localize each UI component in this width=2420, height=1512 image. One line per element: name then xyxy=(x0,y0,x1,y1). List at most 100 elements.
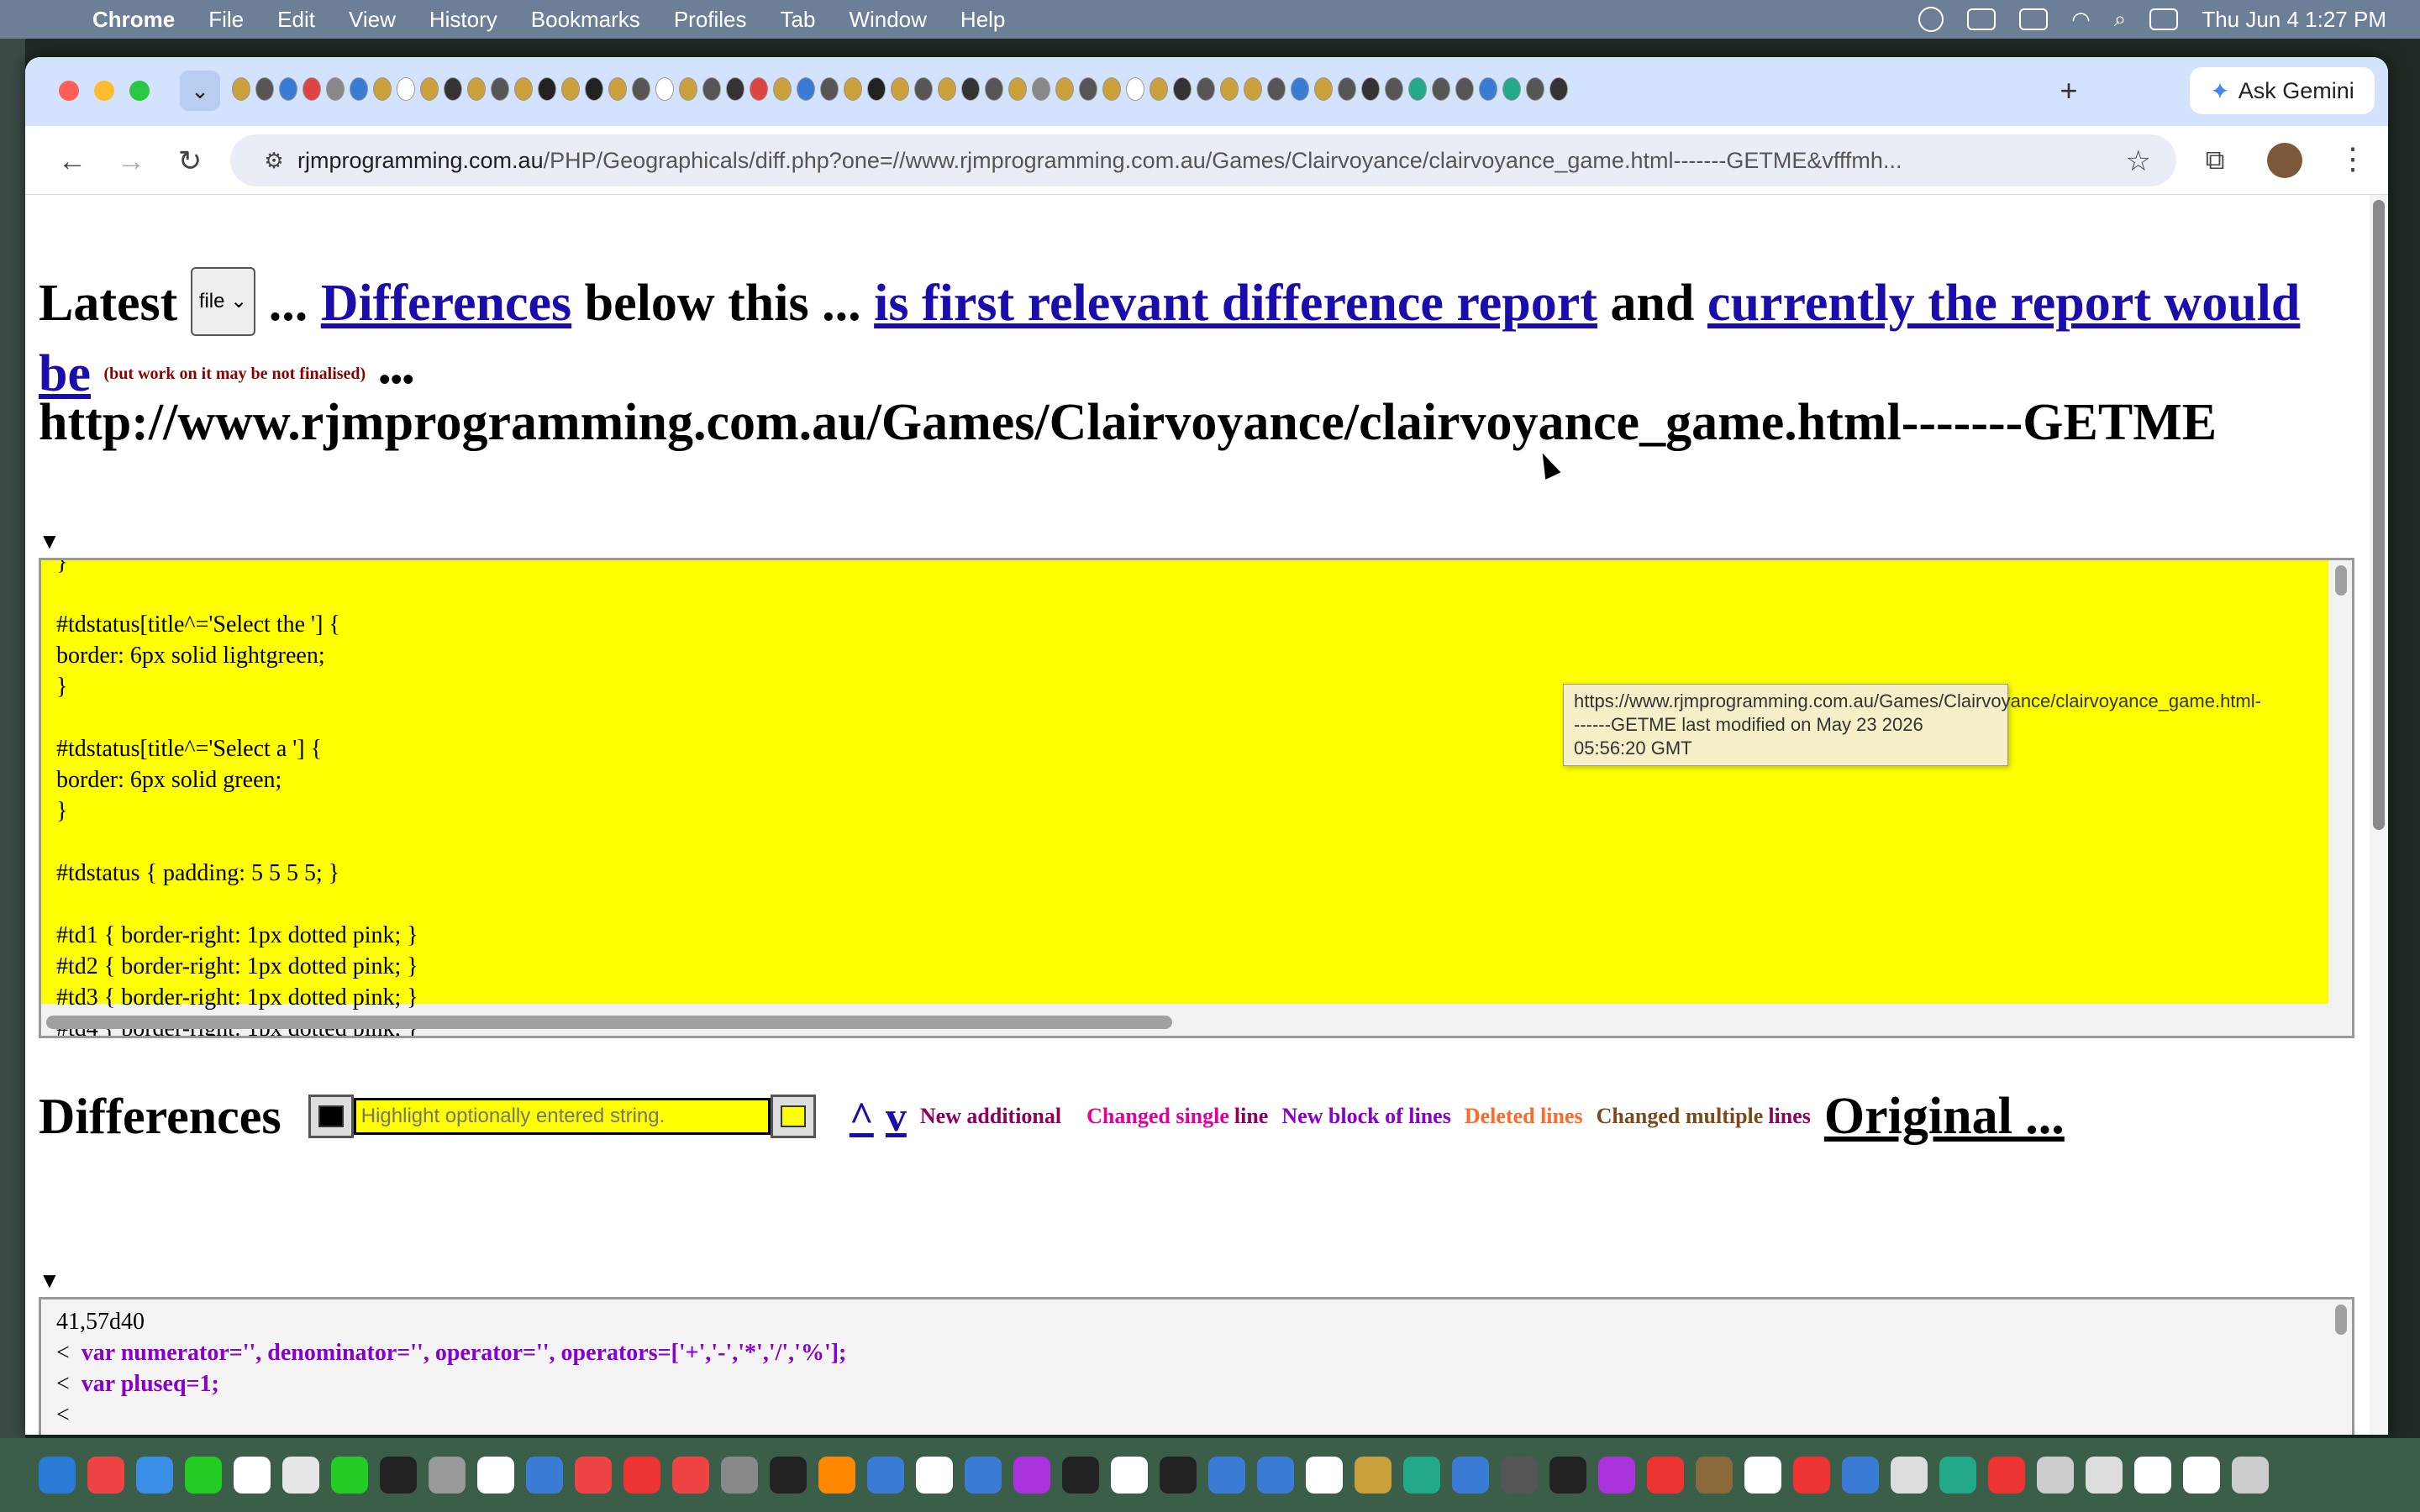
pinned-tab-favicon-icon[interactable] xyxy=(350,77,368,101)
new-tab-button[interactable]: + xyxy=(2050,72,2087,109)
dock-app-icon[interactable] xyxy=(575,1457,612,1494)
dock-app-icon[interactable] xyxy=(721,1457,758,1494)
pinned-tab-favicon-icon[interactable] xyxy=(232,77,250,101)
pinned-tab-favicon-icon[interactable] xyxy=(444,77,462,101)
menu-help[interactable]: Help xyxy=(960,7,1005,33)
pinned-tab-favicon-icon[interactable] xyxy=(279,77,297,101)
pinned-tab-favicon-icon[interactable] xyxy=(302,77,321,101)
pinned-tab-favicon-icon[interactable] xyxy=(1126,77,1144,101)
pinned-tab-favicon-icon[interactable] xyxy=(1361,77,1380,101)
menu-history[interactable]: History xyxy=(429,7,497,33)
dock-app-icon[interactable] xyxy=(185,1457,222,1494)
pinned-tab-favicon-icon[interactable] xyxy=(561,77,580,101)
dock-app-icon[interactable] xyxy=(2232,1457,2269,1494)
pinned-tab-favicon-icon[interactable] xyxy=(1244,77,1262,101)
tab-search-chevron-icon[interactable]: ⌄ xyxy=(180,71,220,111)
dock-app-icon[interactable] xyxy=(1891,1457,1928,1494)
reload-icon[interactable]: ↻ xyxy=(171,143,208,180)
pinned-tab-favicon-icon[interactable] xyxy=(891,77,909,101)
dock-app-icon[interactable] xyxy=(1939,1457,1976,1494)
minimize-window-button[interactable] xyxy=(94,81,114,101)
spotlight-search-icon[interactable]: ⌕ xyxy=(2114,6,2127,33)
pinned-tab-favicon-icon[interactable] xyxy=(1291,77,1309,101)
dock-app-icon[interactable] xyxy=(1501,1457,1538,1494)
pinned-tab-favicon-icon[interactable] xyxy=(1102,77,1121,101)
pinned-tab-favicon-icon[interactable] xyxy=(679,77,697,101)
profile-status-icon[interactable] xyxy=(1918,7,1944,32)
page-vertical-scrollbar[interactable] xyxy=(2370,195,2388,1435)
dock-app-icon[interactable] xyxy=(1257,1457,1294,1494)
pinned-tab-favicon-icon[interactable] xyxy=(373,77,392,101)
dock-app-icon[interactable] xyxy=(1013,1457,1050,1494)
control-center-icon[interactable] xyxy=(2149,8,2179,30)
diff-toggle-triangle-icon[interactable]: ▼ xyxy=(39,1268,60,1294)
dock-app-icon[interactable] xyxy=(965,1457,1002,1494)
pinned-tab-favicon-icon[interactable] xyxy=(985,77,1003,101)
highlight-color-picker[interactable] xyxy=(770,1095,816,1138)
pinned-tab-favicon-icon[interactable] xyxy=(867,77,886,101)
pinned-tab-favicon-icon[interactable] xyxy=(1432,77,1450,101)
battery-icon[interactable] xyxy=(2019,8,2049,30)
pinned-tab-favicon-icon[interactable] xyxy=(797,77,815,101)
pinned-tab-favicon-icon[interactable] xyxy=(726,77,744,101)
clock[interactable]: Thu Jun 4 1:27 PM xyxy=(2202,7,2386,33)
menu-profiles[interactable]: Profiles xyxy=(674,7,747,33)
diff-vertical-scrollbar[interactable] xyxy=(2335,1305,2347,1335)
dock-app-icon[interactable] xyxy=(477,1457,514,1494)
pinned-tab-favicon-icon[interactable] xyxy=(1479,77,1497,101)
mode-select[interactable]: file ⌄ xyxy=(190,266,256,336)
pinned-tab-favicon-icon[interactable] xyxy=(1338,77,1356,101)
dock-app-icon[interactable] xyxy=(136,1457,173,1494)
dock-app-icon[interactable] xyxy=(39,1457,76,1494)
menu-edit[interactable]: Edit xyxy=(277,7,315,33)
pinned-tab-favicon-icon[interactable] xyxy=(1173,77,1192,101)
menu-bookmarks[interactable]: Bookmarks xyxy=(531,7,640,33)
source-code-panel[interactable]: } #tdstatus[title^='Select the '] { bord… xyxy=(39,558,2354,1038)
pinned-tab-favicon-icon[interactable] xyxy=(750,77,768,101)
menu-tab[interactable]: Tab xyxy=(781,7,816,33)
pinned-tab-favicon-icon[interactable] xyxy=(397,77,415,101)
dock-app-icon[interactable] xyxy=(526,1457,563,1494)
horizontal-scrollbar[interactable] xyxy=(46,1016,1172,1029)
pinned-tab-favicon-icon[interactable] xyxy=(608,77,627,101)
pinned-tab-favicon-icon[interactable] xyxy=(1526,77,1544,101)
dock-app-icon[interactable] xyxy=(623,1457,660,1494)
menu-view[interactable]: View xyxy=(349,7,396,33)
dock-app-icon[interactable] xyxy=(234,1457,271,1494)
dock-app-icon[interactable] xyxy=(770,1457,807,1494)
pinned-tab-favicon-icon[interactable] xyxy=(1008,77,1027,101)
dock-app-icon[interactable] xyxy=(1160,1457,1197,1494)
original-link[interactable]: Original ... xyxy=(1824,1087,2065,1147)
dock-app-icon[interactable] xyxy=(1062,1457,1099,1494)
pinned-tab-favicon-icon[interactable] xyxy=(1314,77,1333,101)
pinned-tab-favicon-icon[interactable] xyxy=(655,77,674,101)
back-arrow-icon[interactable]: ← xyxy=(54,143,91,180)
pinned-tab-favicon-icon[interactable] xyxy=(702,77,721,101)
text-color-picker[interactable] xyxy=(308,1095,354,1138)
dock-app-icon[interactable] xyxy=(87,1457,124,1494)
pinned-tab-favicon-icon[interactable] xyxy=(914,77,933,101)
pinned-tab-favicon-icon[interactable] xyxy=(961,77,980,101)
pinned-tab-favicon-icon[interactable] xyxy=(420,77,439,101)
dock-app-icon[interactable] xyxy=(1208,1457,1245,1494)
pinned-tab-favicon-icon[interactable] xyxy=(1455,77,1474,101)
dock-app-icon[interactable] xyxy=(1355,1457,1392,1494)
details-toggle-triangle-icon[interactable]: ▼ xyxy=(39,529,60,554)
extensions-puzzle-icon[interactable]: ⧉ xyxy=(2198,144,2232,178)
address-bar[interactable]: ⚙ rjmprogramming.com.au/PHP/Geographical… xyxy=(230,134,2176,186)
dock-app-icon[interactable] xyxy=(1842,1457,1879,1494)
dock-app-icon[interactable] xyxy=(1306,1457,1343,1494)
pinned-tab-favicon-icon[interactable] xyxy=(1408,77,1427,101)
pinned-tab-favicon-icon[interactable] xyxy=(844,77,862,101)
dock-app-icon[interactable] xyxy=(1696,1457,1733,1494)
pinned-tab-favicon-icon[interactable] xyxy=(1197,77,1215,101)
pinned-tab-favicon-icon[interactable] xyxy=(1385,77,1403,101)
previous-difference-link[interactable]: ^ xyxy=(850,1092,874,1141)
dock-app-icon[interactable] xyxy=(1988,1457,2025,1494)
dock-app-icon[interactable] xyxy=(1549,1457,1586,1494)
ask-gemini-button[interactable]: ✦ Ask Gemini xyxy=(2190,67,2375,114)
pinned-tab-favicon-icon[interactable] xyxy=(1032,77,1050,101)
dock-app-icon[interactable] xyxy=(916,1457,953,1494)
pinned-tab-favicon-icon[interactable] xyxy=(514,77,533,101)
dock-app-icon[interactable] xyxy=(282,1457,319,1494)
